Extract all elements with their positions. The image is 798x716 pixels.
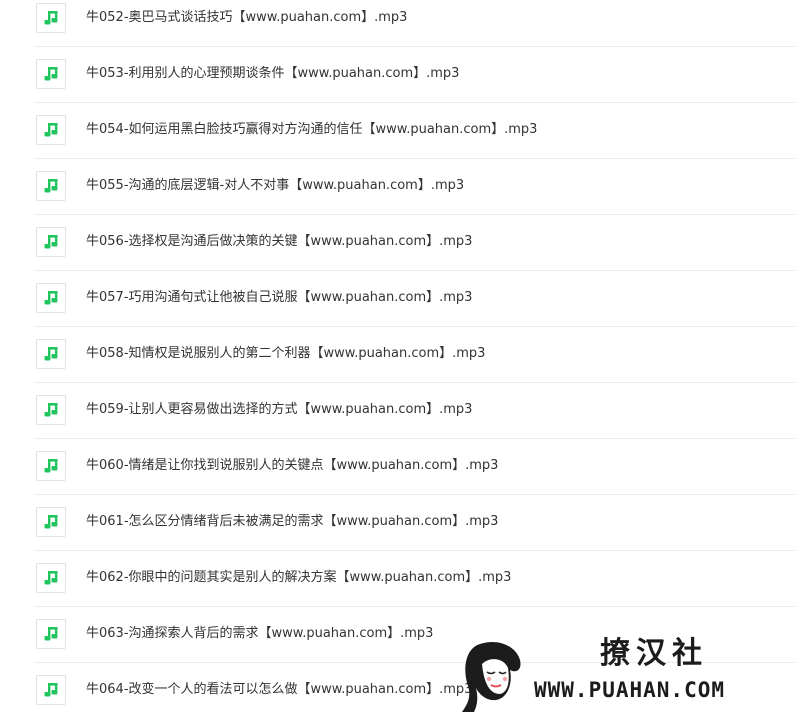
- music-note-icon[interactable]: [36, 563, 66, 593]
- file-name[interactable]: 牛059-让别人更容易做出选择的方式【www.puahan.com】.mp3: [86, 401, 472, 419]
- file-list-item[interactable]: 牛053-利用别人的心理预期谈条件【www.puahan.com】.mp3: [34, 47, 796, 103]
- file-list-item[interactable]: 牛058-知情权是说服别人的第二个利器【www.puahan.com】.mp3: [34, 327, 796, 383]
- file-name[interactable]: 牛055-沟通的底层逻辑-对人不对事【www.puahan.com】.mp3: [86, 177, 464, 195]
- file-list-item[interactable]: 牛055-沟通的底层逻辑-对人不对事【www.puahan.com】.mp3: [34, 159, 796, 215]
- file-name[interactable]: 牛054-如何运用黑白脸技巧赢得对方沟通的信任【www.puahan.com】.…: [86, 121, 537, 139]
- music-note-icon[interactable]: [36, 283, 66, 313]
- file-name[interactable]: 牛058-知情权是说服别人的第二个利器【www.puahan.com】.mp3: [86, 345, 485, 363]
- music-note-icon[interactable]: [36, 507, 66, 537]
- music-note-icon[interactable]: [36, 339, 66, 369]
- music-note-icon[interactable]: [36, 115, 66, 145]
- file-list-item[interactable]: 牛059-让别人更容易做出选择的方式【www.puahan.com】.mp3: [34, 383, 796, 439]
- file-name[interactable]: 牛062-你眼中的问题其实是别人的解决方案【www.puahan.com】.mp…: [86, 569, 511, 587]
- file-name[interactable]: 牛064-改变一个人的看法可以怎么做【www.puahan.com】.mp3: [86, 681, 472, 699]
- file-name[interactable]: 牛052-奥巴马式谈话技巧【www.puahan.com】.mp3: [86, 9, 407, 27]
- music-note-icon[interactable]: [36, 171, 66, 201]
- file-list-item[interactable]: 牛056-选择权是沟通后做决策的关键【www.puahan.com】.mp3: [34, 215, 796, 271]
- file-name[interactable]: 牛057-巧用沟通句式让他被自己说服【www.puahan.com】.mp3: [86, 289, 472, 307]
- music-note-icon[interactable]: [36, 59, 66, 89]
- file-list: 牛052-奥巴马式谈话技巧【www.puahan.com】.mp3 牛053-利用…: [0, 0, 798, 716]
- file-list-item[interactable]: 牛060-情绪是让你找到说服别人的关键点【www.puahan.com】.mp3: [34, 439, 796, 495]
- music-note-icon[interactable]: [36, 227, 66, 257]
- file-list-item[interactable]: 牛064-改变一个人的看法可以怎么做【www.puahan.com】.mp3: [34, 663, 796, 716]
- file-list-item[interactable]: 牛061-怎么区分情绪背后未被满足的需求【www.puahan.com】.mp3: [34, 495, 796, 551]
- music-note-icon[interactable]: [36, 3, 66, 33]
- file-name[interactable]: 牛060-情绪是让你找到说服别人的关键点【www.puahan.com】.mp3: [86, 457, 498, 475]
- file-list-item[interactable]: 牛057-巧用沟通句式让他被自己说服【www.puahan.com】.mp3: [34, 271, 796, 327]
- file-name[interactable]: 牛061-怎么区分情绪背后未被满足的需求【www.puahan.com】.mp3: [86, 513, 498, 531]
- music-note-icon[interactable]: [36, 619, 66, 649]
- music-note-icon[interactable]: [36, 451, 66, 481]
- file-name[interactable]: 牛063-沟通探索人背后的需求【www.puahan.com】.mp3: [86, 625, 433, 643]
- file-list-item[interactable]: 牛054-如何运用黑白脸技巧赢得对方沟通的信任【www.puahan.com】.…: [34, 103, 796, 159]
- music-note-icon[interactable]: [36, 395, 66, 425]
- file-browser-page: 牛052-奥巴马式谈话技巧【www.puahan.com】.mp3 牛053-利用…: [0, 0, 798, 716]
- file-name[interactable]: 牛056-选择权是沟通后做决策的关键【www.puahan.com】.mp3: [86, 233, 472, 251]
- file-list-item[interactable]: 牛052-奥巴马式谈话技巧【www.puahan.com】.mp3: [34, 0, 796, 47]
- file-list-item[interactable]: 牛062-你眼中的问题其实是别人的解决方案【www.puahan.com】.mp…: [34, 551, 796, 607]
- file-list-item[interactable]: 牛063-沟通探索人背后的需求【www.puahan.com】.mp3: [34, 607, 796, 663]
- music-note-icon[interactable]: [36, 675, 66, 705]
- file-name[interactable]: 牛053-利用别人的心理预期谈条件【www.puahan.com】.mp3: [86, 65, 459, 83]
